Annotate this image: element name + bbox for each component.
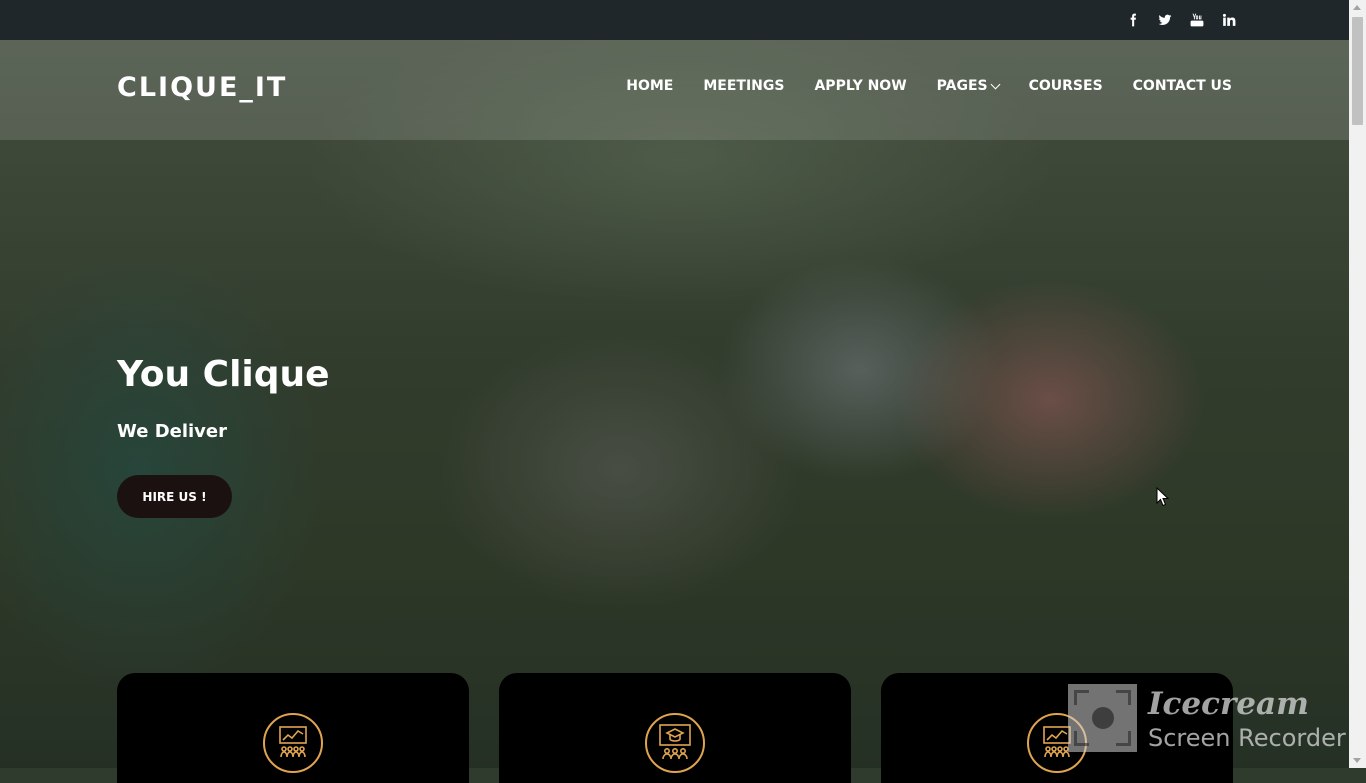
twitter-icon[interactable] — [1158, 13, 1172, 27]
social-links — [1126, 0, 1236, 40]
watermark-brand: Icecream — [1148, 686, 1309, 722]
screen-recorder-watermark: Icecream Screen Recorder — [1068, 684, 1349, 768]
nav-home[interactable]: HOME — [626, 78, 673, 94]
scrollbar-thumb[interactable] — [1352, 17, 1363, 125]
hire-us-button[interactable]: HIRE US ! — [117, 475, 232, 518]
chevron-down-icon — [990, 79, 1001, 89]
hero-overlay — [0, 40, 1349, 768]
camera-icon — [1068, 684, 1137, 752]
hero-subtitle: We Deliver — [117, 421, 227, 442]
nav-meetings[interactable]: MEETINGS — [703, 78, 784, 94]
top-bar — [0, 0, 1349, 40]
nav-courses[interactable]: COURSES — [1029, 78, 1103, 94]
vertical-scrollbar[interactable] — [1349, 0, 1366, 768]
nav-pages[interactable]: PAGES — [936, 78, 1001, 94]
youtube-icon[interactable] — [1190, 13, 1204, 27]
graduation-board-icon — [645, 713, 705, 773]
facebook-icon[interactable] — [1126, 13, 1140, 27]
hero-background — [0, 40, 1349, 768]
nav-apply-now[interactable]: APPLY NOW — [814, 78, 906, 94]
linkedin-icon[interactable] — [1222, 13, 1236, 27]
watermark-product: Screen Recorder — [1148, 724, 1346, 752]
scroll-up-icon[interactable] — [1353, 5, 1361, 10]
service-card[interactable] — [499, 673, 851, 783]
nav-contact-us[interactable]: CONTACT US — [1133, 78, 1232, 94]
site-logo[interactable]: CLIQUE_IT — [117, 72, 287, 103]
mouse-cursor-icon — [1156, 487, 1170, 507]
presentation-audience-icon — [263, 713, 323, 773]
hero-title: You Clique — [117, 354, 330, 395]
main-nav: HOME MEETINGS APPLY NOW PAGES COURSES CO… — [596, 78, 1232, 94]
scroll-down-icon[interactable] — [1353, 758, 1361, 763]
service-card[interactable] — [117, 673, 469, 783]
nav-pages-label: PAGES — [936, 78, 988, 94]
